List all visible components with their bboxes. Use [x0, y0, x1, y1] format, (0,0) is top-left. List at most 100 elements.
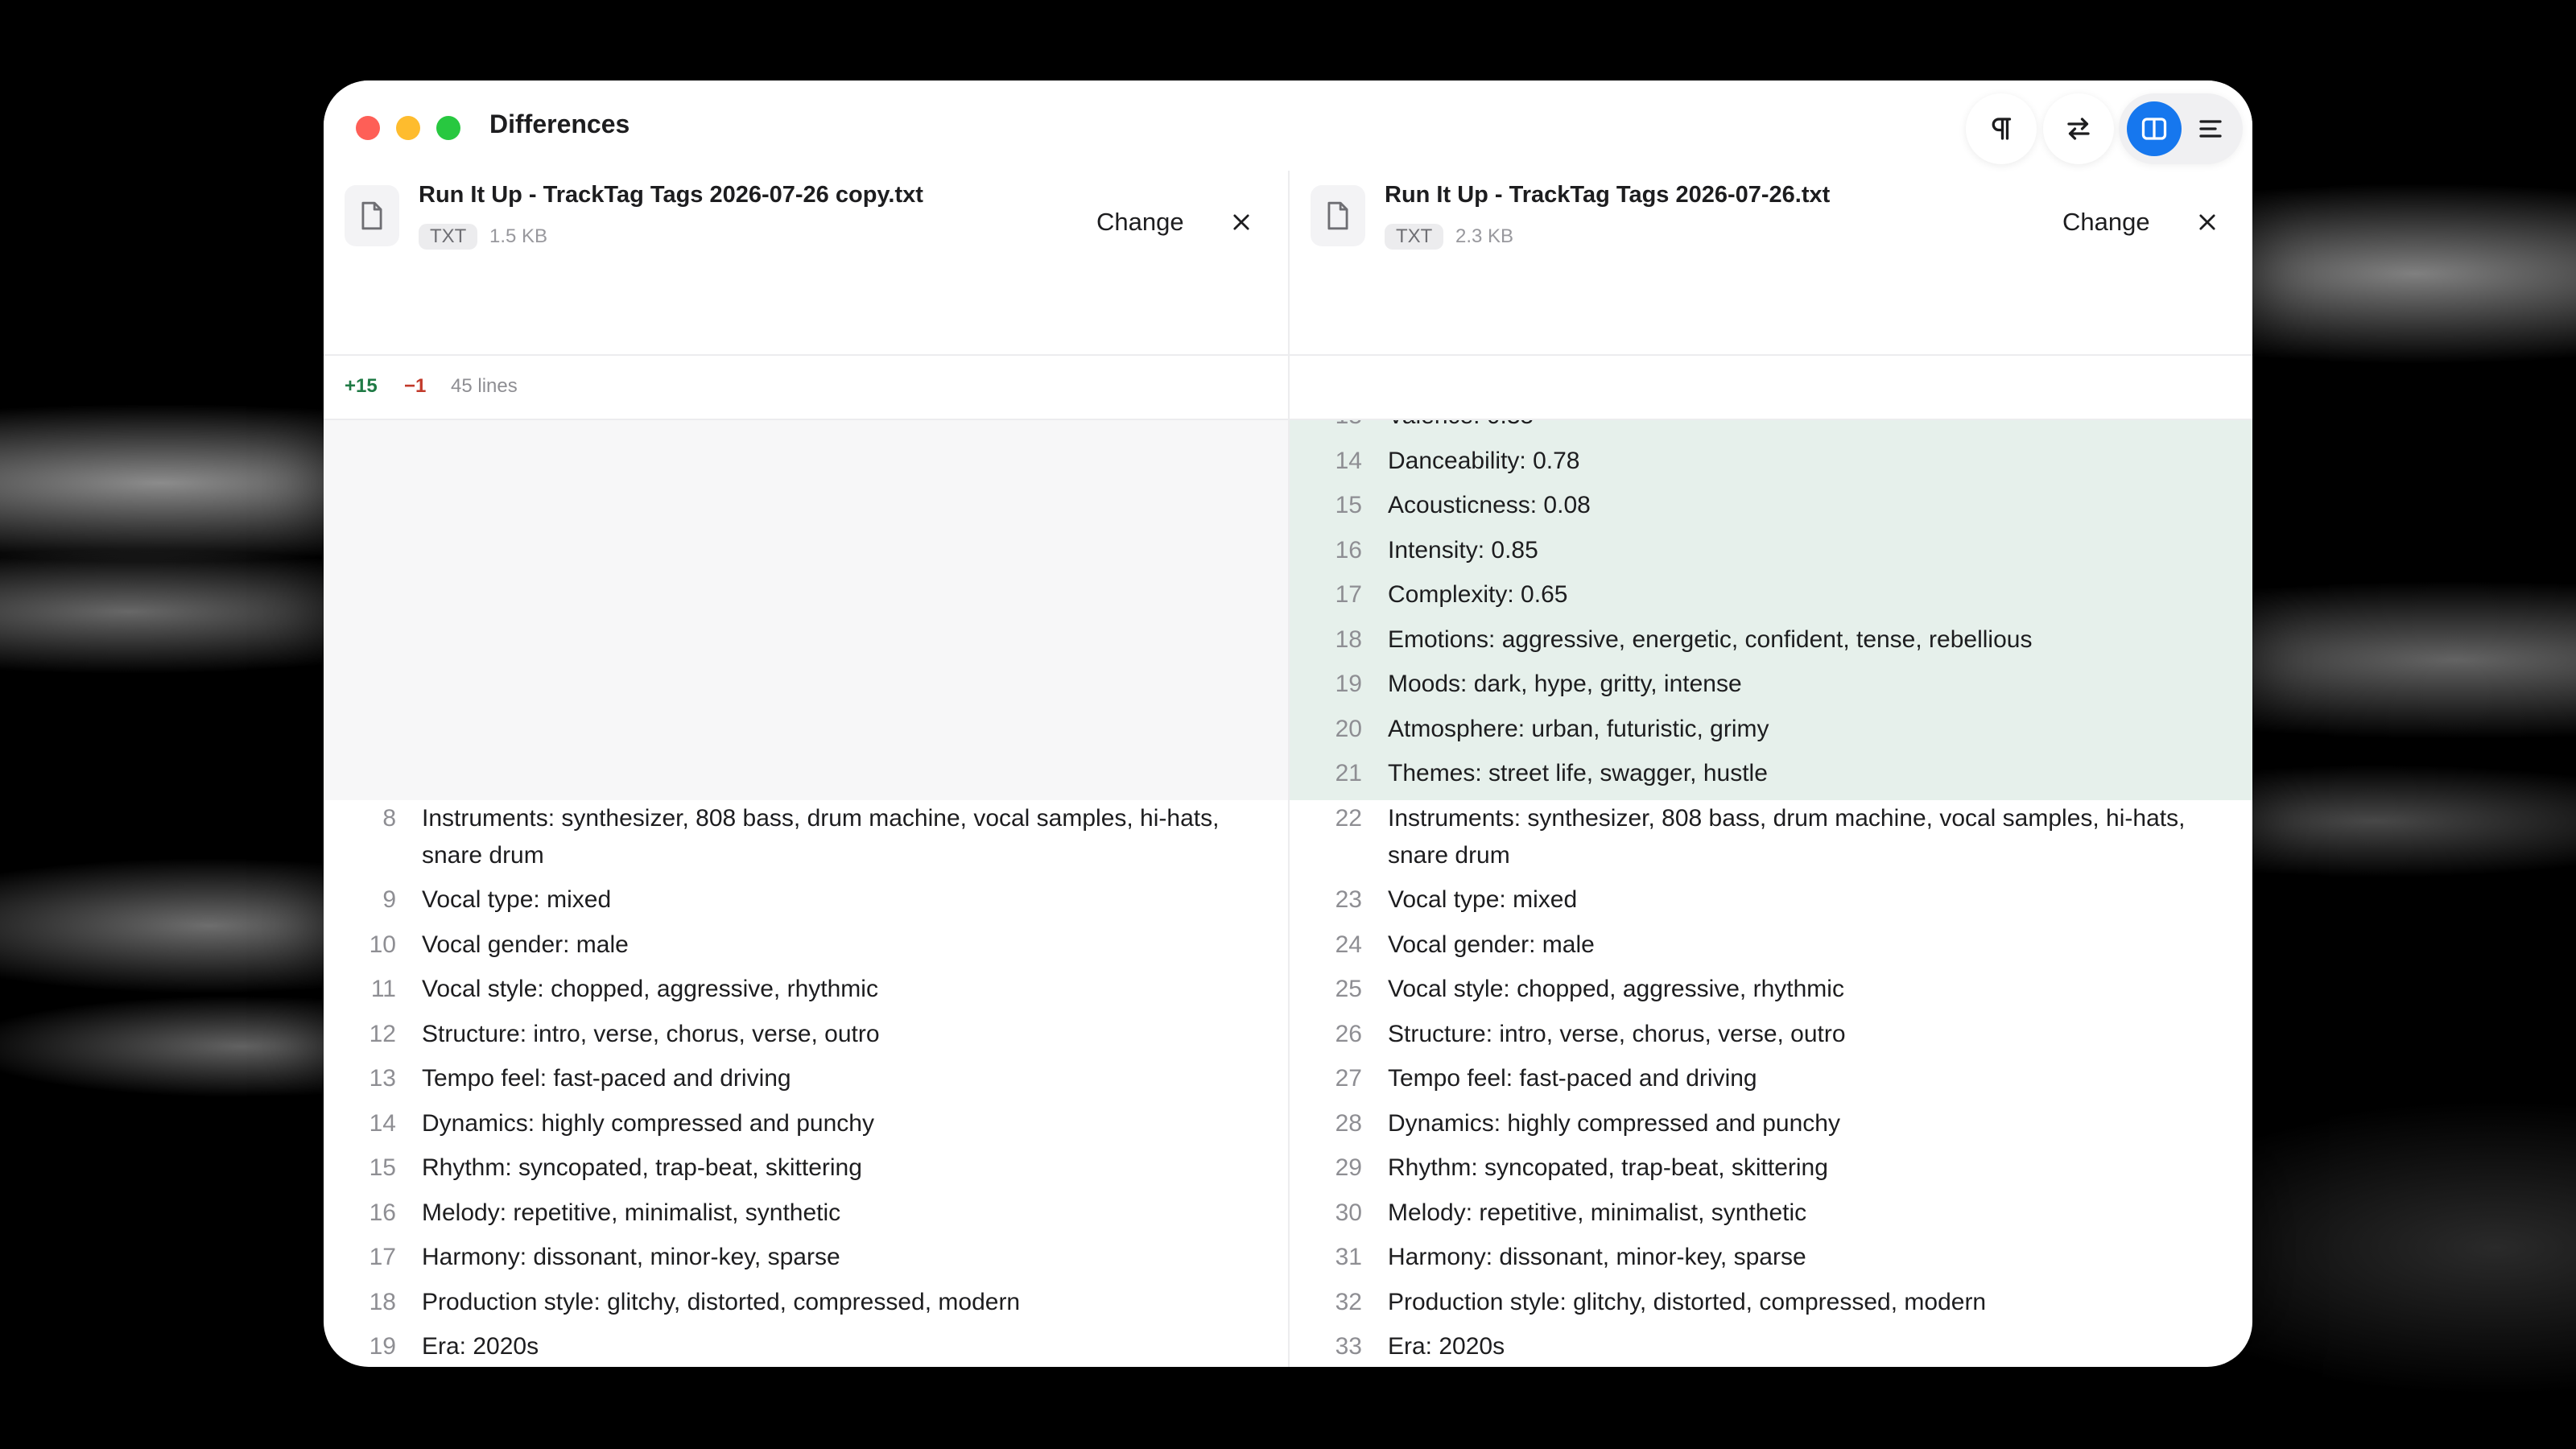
line-text: Valence: 0.35	[1388, 420, 2225, 435]
zoom-window-button[interactable]	[436, 116, 460, 140]
swap-files-button[interactable]	[2043, 93, 2114, 164]
line-number: 22	[1335, 805, 1362, 832]
line-text: Era: 2020s	[1388, 1333, 1505, 1360]
diff-view[interactable]: 8 Instruments: synthesizer, 808 bass, dru…	[324, 420, 2252, 1367]
document-icon	[361, 201, 382, 230]
line-number: 28	[1335, 1109, 1362, 1137]
added-count: +15	[345, 375, 378, 397]
line-text: Danceability: 0.78	[1388, 447, 1580, 474]
line-number: 16	[369, 1199, 396, 1226]
line-text: Tempo feel: fast-paced and driving	[1388, 1065, 1757, 1092]
left-empty-placeholder	[324, 420, 1288, 800]
close-icon	[1233, 214, 1249, 230]
diff-line: 29 Rhythm: syncopated, trap-beat, skitter…	[1290, 1150, 2252, 1194]
line-number: 17	[369, 1244, 396, 1270]
line-text: Atmosphere: urban, futuristic, grimy	[1388, 715, 1769, 742]
diff-line: 16 Intensity: 0.85	[1290, 532, 2252, 576]
line-number: 29	[1335, 1154, 1362, 1181]
line-count: 45 lines	[451, 375, 518, 397]
right-change-button[interactable]: Change	[2062, 208, 2150, 237]
line-number: 10	[369, 931, 396, 958]
diff-line: 23 Vocal type: mixed	[1290, 881, 2252, 926]
swap-icon	[2067, 118, 2090, 140]
diff-line: 14 Dynamics: highly compressed and punchy	[324, 1105, 1288, 1150]
diff-line: 24 Vocal gender: male	[1290, 927, 2252, 971]
diff-line: 26 Structure: intro, verse, chorus, verse…	[1290, 1016, 2252, 1060]
left-remove-file-button[interactable]	[1225, 206, 1257, 238]
line-number: 26	[1335, 1020, 1362, 1047]
right-file-name: Run It Up - TrackTag Tags 2026-07-26.txt	[1385, 182, 1831, 208]
left-change-button[interactable]: Change	[1096, 208, 1184, 237]
line-number: 20	[1335, 715, 1362, 742]
diff-line: 17 Complexity: 0.65	[1290, 576, 2252, 621]
left-file-name: Run It Up - TrackTag Tags 2026-07-26 cop…	[419, 182, 923, 208]
left-file-type-badge: TXT	[419, 224, 478, 250]
line-number: 17	[1335, 581, 1362, 608]
line-number: 13	[369, 1065, 396, 1092]
line-number: 27	[1335, 1065, 1362, 1092]
differences-window: Differences Run It Up - TrackTag Tags 20…	[324, 80, 2252, 1367]
diff-line: 8 Instruments: synthesizer, 808 bass, dru…	[324, 800, 1288, 869]
line-text: Themes: street life, swagger, hustle	[1388, 760, 1768, 786]
title-bar: Differences	[324, 80, 2252, 171]
line-number: 11	[370, 976, 396, 1002]
diff-line: 14 Danceability: 0.78	[1290, 443, 2252, 487]
show-invisibles-button[interactable]	[1966, 93, 2037, 164]
line-text: Structure: intro, verse, chorus, verse, …	[422, 1020, 880, 1047]
line-text: Production style: glitchy, distorted, co…	[422, 1288, 1021, 1315]
line-number: 19	[1335, 671, 1362, 697]
document-icon	[1327, 201, 1348, 230]
line-text: Era: 2020s	[422, 1333, 539, 1360]
diff-line: 10 Vocal gender: male	[324, 927, 1288, 971]
line-number: 31	[1335, 1244, 1362, 1270]
unified-view-icon	[2199, 120, 2222, 138]
line-number: 15	[369, 1154, 396, 1181]
line-text: Dynamics: highly compressed and punchy	[422, 1109, 874, 1137]
line-number: 30	[1335, 1199, 1362, 1226]
line-text: Tempo feel: fast-paced and driving	[422, 1065, 791, 1092]
line-text: Acousticness: 0.08	[1388, 492, 1591, 518]
line-number: 23	[1335, 886, 1362, 913]
split-view-icon	[2141, 118, 2167, 140]
left-file-header: Run It Up - TrackTag Tags 2026-07-26 cop…	[324, 171, 1288, 356]
close-window-button[interactable]	[356, 116, 380, 140]
line-number: 18	[369, 1288, 396, 1315]
line-number: 32	[1335, 1288, 1362, 1315]
line-text: Vocal style: chopped, aggressive, rhythm…	[422, 976, 878, 1002]
diff-line: 17 Harmony: dissonant, minor-key, sparse	[324, 1239, 1288, 1283]
line-number: 14	[369, 1109, 396, 1137]
line-text: Harmony: dissonant, minor-key, sparse	[1388, 1244, 1806, 1270]
diff-line: 15 Rhythm: syncopated, trap-beat, skitter…	[324, 1150, 1288, 1194]
line-number: 9	[382, 886, 396, 913]
line-number: 24	[1335, 931, 1362, 958]
line-number: 14	[1335, 447, 1362, 474]
close-icon	[2199, 214, 2215, 230]
line-text: Moods: dark, hype, gritty, intense	[1388, 671, 1742, 697]
diff-line: 19 Moods: dark, hype, gritty, intense	[1290, 666, 2252, 710]
diff-line: 12 Structure: intro, verse, chorus, verse…	[324, 1016, 1288, 1060]
line-text: Rhythm: syncopated, trap-beat, skitterin…	[422, 1154, 862, 1181]
diff-line: 9 Vocal type: mixed	[324, 881, 1288, 926]
left-file-icon-box	[345, 185, 399, 246]
line-text: Dynamics: highly compressed and punchy	[1388, 1109, 1840, 1137]
diff-line: 33 Era: 2020s	[1290, 1328, 2252, 1367]
line-text: Instruments: synthesizer, 808 bass, drum…	[1388, 805, 2186, 869]
right-remove-file-button[interactable]	[2191, 206, 2223, 238]
minimize-window-button[interactable]	[396, 116, 420, 140]
line-text: Vocal gender: male	[422, 931, 629, 958]
line-number: 13	[1290, 420, 1362, 435]
line-number: 16	[1335, 536, 1362, 564]
line-number: 12	[369, 1020, 396, 1047]
diff-line: 20 Atmosphere: urban, futuristic, grimy	[1290, 711, 2252, 755]
line-text: Complexity: 0.65	[1388, 581, 1568, 608]
unified-view-button[interactable]	[2185, 101, 2236, 156]
diff-line: 30 Melody: repetitive, minimalist, synthe…	[1290, 1195, 2252, 1239]
line-text: Production style: glitchy, distorted, co…	[1388, 1288, 1987, 1315]
diff-line: 18 Emotions: aggressive, energetic, confi…	[1290, 621, 2252, 666]
diff-line: 13 Tempo feel: fast-paced and driving	[324, 1060, 1288, 1104]
diff-line: 22 Instruments: synthesizer, 808 bass, dr…	[1290, 800, 2252, 869]
split-view-button[interactable]	[2127, 101, 2182, 156]
diff-line: 25 Vocal style: chopped, aggressive, rhyt…	[1290, 971, 2252, 1015]
line-text: Structure: intro, verse, chorus, verse, …	[1388, 1020, 1846, 1047]
diff-line: 18 Production style: glitchy, distorted, …	[324, 1284, 1288, 1328]
